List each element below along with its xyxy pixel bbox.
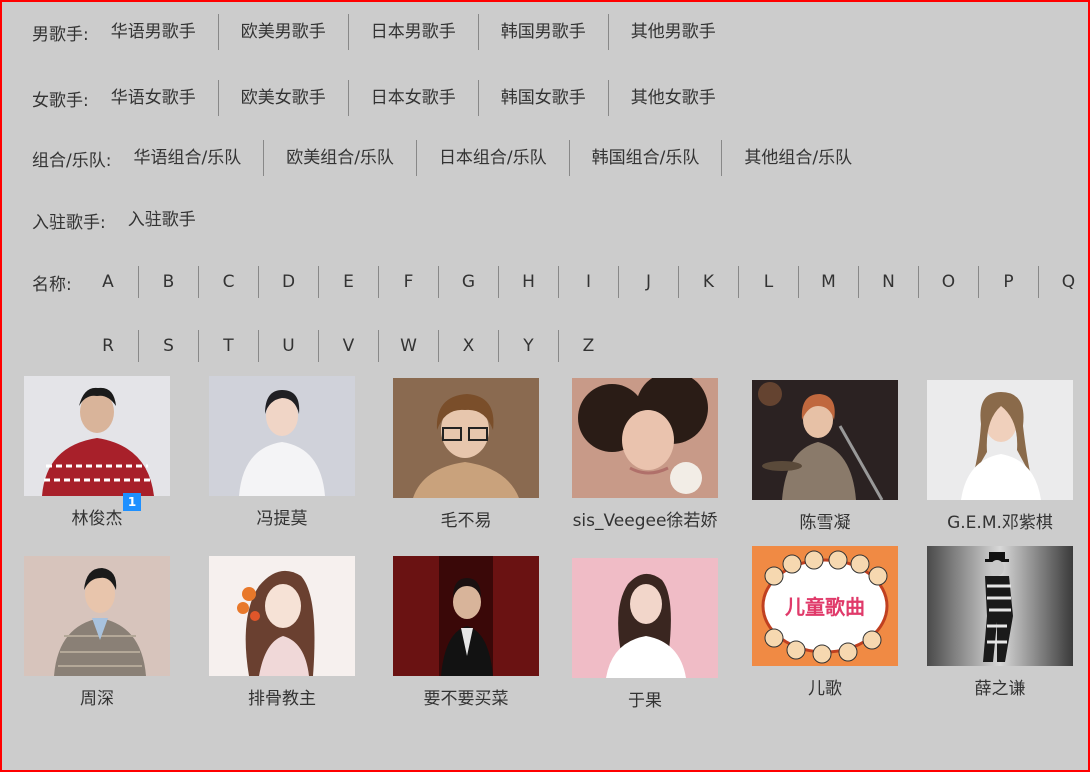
letter-i-link[interactable]: I [558,266,618,298]
artist-card[interactable]: G.E.M.邓紫棋 [920,380,1080,533]
category-item[interactable]: 欧美女歌手 [219,80,349,116]
artist-photo [572,378,718,498]
letter-j-link[interactable]: J [618,266,678,298]
category-item[interactable]: 欧美组合/乐队 [264,140,417,176]
artist-card[interactable]: 陈雪凝 [745,380,905,533]
artist-card[interactable]: 周深 [17,556,177,709]
artist-photo [752,380,898,500]
letter-z-link[interactable]: Z [558,330,618,362]
letter-v-link[interactable]: V [318,330,378,362]
artist-photo [24,376,170,496]
category-item[interactable]: 华语女歌手 [89,80,219,116]
artist-name[interactable]: 薛之谦 [920,674,1080,699]
category-item[interactable]: 韩国男歌手 [479,14,609,50]
category-item[interactable]: 其他女歌手 [609,80,738,116]
artist-photo [393,378,539,498]
category-label: 女歌手: [32,90,89,111]
letter-u-link[interactable]: U [258,330,318,362]
category-item[interactable]: 日本男歌手 [349,14,479,50]
photo-title: 儿童歌曲 [784,595,865,619]
artist-photo [209,556,355,676]
artist-card[interactable]: 排骨教主 [202,556,362,709]
artist-photo [209,376,355,496]
artist-card[interactable]: 于果 [565,558,725,711]
artist-name[interactable]: 冯提莫 [202,504,362,529]
artist-name[interactable]: 陈雪凝 [745,508,905,533]
artist-photo [24,556,170,676]
artist-card[interactable]: 毛不易 [386,378,546,531]
letter-t-link[interactable]: T [198,330,258,362]
letter-h-link[interactable]: H [498,266,558,298]
category-row-band: 组合/乐队: 华语组合/乐队 欧美组合/乐队 日本组合/乐队 韩国组合/乐队 其… [32,140,874,176]
artist-name[interactable]: 于果 [565,686,725,711]
artist-name[interactable]: G.E.M.邓紫棋 [920,508,1080,533]
letter-a-link[interactable]: A [78,266,138,298]
artist-name[interactable]: sis_Veegee徐若娇 [565,506,725,531]
letter-r-link[interactable]: R [78,330,138,362]
artist-name[interactable]: 排骨教主 [202,684,362,709]
category-label: 组合/乐队: [32,150,112,171]
letter-list: ABCDEFGHIJKLMNOPQ [78,266,1090,298]
artist-card[interactable]: 要不要买菜 [386,556,546,709]
category-item[interactable]: 韩国组合/乐队 [570,140,723,176]
artist-photo [572,558,718,678]
category-row-female: 女歌手: 华语女歌手 欧美女歌手 日本女歌手 韩国女歌手 其他女歌手 [32,80,738,116]
letter-k-link[interactable]: K [678,266,738,298]
letter-o-link[interactable]: O [918,266,978,298]
letter-g-link[interactable]: G [438,266,498,298]
category-item[interactable]: 华语男歌手 [89,14,219,50]
artist-photo [927,546,1073,666]
category-item[interactable]: 其他男歌手 [609,14,738,50]
category-item[interactable]: 欧美男歌手 [219,14,349,50]
letter-s-link[interactable]: S [138,330,198,362]
category-row-male: 男歌手: 华语男歌手 欧美男歌手 日本男歌手 韩国男歌手 其他男歌手 [32,14,738,50]
artist-card[interactable]: 1 林俊杰 [17,376,177,529]
letter-m-link[interactable]: M [798,266,858,298]
letter-f-link[interactable]: F [378,266,438,298]
singer-panel: 男歌手: 华语男歌手 欧美男歌手 日本男歌手 韩国男歌手 其他男歌手 女歌手: … [0,0,1090,772]
category-label: 男歌手: [32,24,89,45]
artist-name[interactable]: 毛不易 [386,506,546,531]
artist-photo [393,556,539,676]
artist-card[interactable]: sis_Veegee徐若娇 [565,378,725,531]
letter-e-link[interactable]: E [318,266,378,298]
letter-l-link[interactable]: L [738,266,798,298]
letter-index-label: 名称: [32,274,72,295]
letter-index-row-2: RSTUVWXYZ [32,328,618,364]
artist-photo: 儿童歌曲 [752,546,898,666]
artist-card[interactable]: 薛之谦 [920,546,1080,699]
letter-b-link[interactable]: B [138,266,198,298]
category-item[interactable]: 入驻歌手 [106,202,218,238]
letter-n-link[interactable]: N [858,266,918,298]
category-item[interactable]: 其他组合/乐队 [722,140,874,176]
letter-list: RSTUVWXYZ [78,330,618,362]
artist-name[interactable]: 林俊杰 [17,504,177,529]
artist-name[interactable]: 儿歌 [745,674,905,699]
category-label: 入驻歌手: [32,212,106,233]
artist-photo [927,380,1073,500]
letter-y-link[interactable]: Y [498,330,558,362]
artist-card[interactable]: 冯提莫 [202,376,362,529]
category-item[interactable]: 日本组合/乐队 [417,140,570,176]
letter-d-link[interactable]: D [258,266,318,298]
letter-c-link[interactable]: C [198,266,258,298]
letter-w-link[interactable]: W [378,330,438,362]
artist-card[interactable]: 儿童歌曲 儿歌 [745,546,905,699]
category-row-resident: 入驻歌手: 入驻歌手 [32,202,218,238]
category-item[interactable]: 日本女歌手 [349,80,479,116]
letter-x-link[interactable]: X [438,330,498,362]
artist-name[interactable]: 要不要买菜 [386,684,546,709]
category-item[interactable]: 华语组合/乐队 [111,140,265,176]
letter-q-link[interactable]: Q [1038,266,1090,298]
letter-index-row-1: 名称: ABCDEFGHIJKLMNOPQ [32,264,1090,300]
artist-name[interactable]: 周深 [17,684,177,709]
letter-p-link[interactable]: P [978,266,1038,298]
notification-badge: 1 [123,493,141,511]
category-item[interactable]: 韩国女歌手 [479,80,609,116]
